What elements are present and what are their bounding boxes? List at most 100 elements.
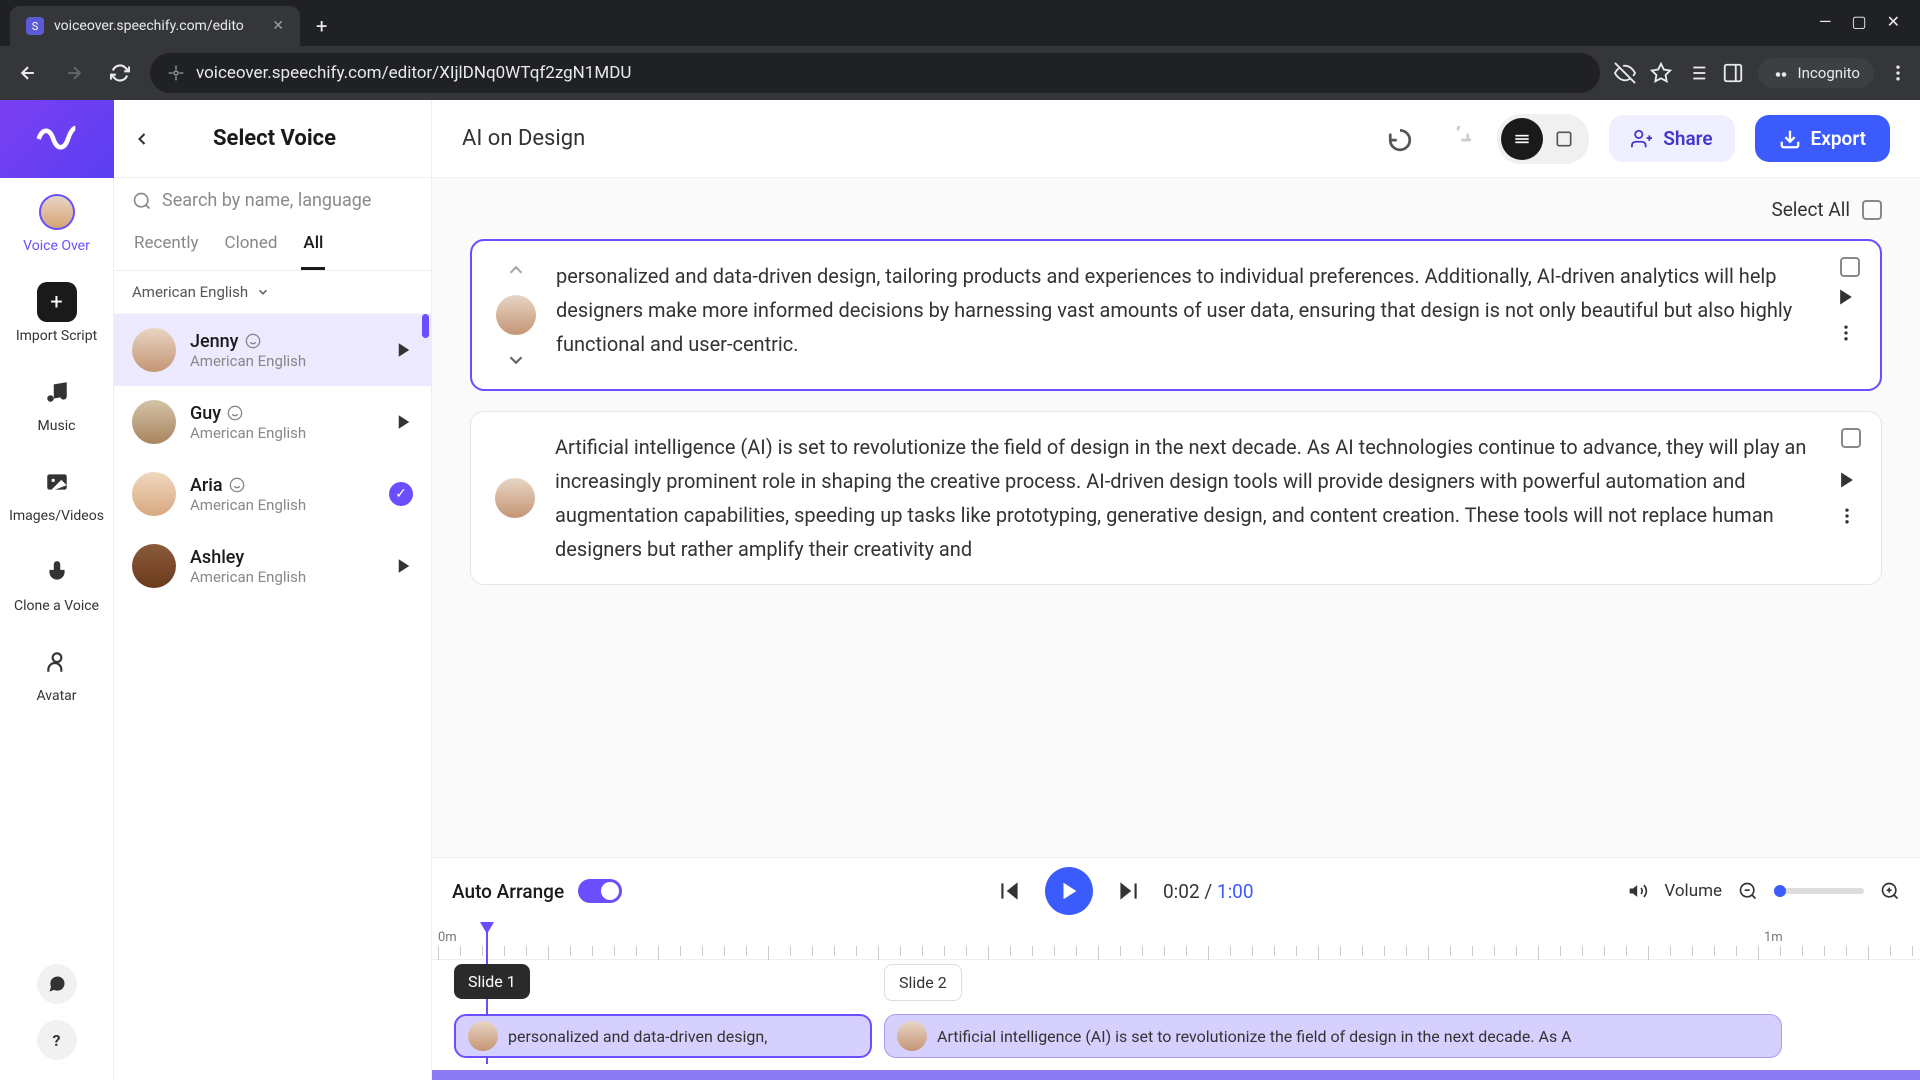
sidepanel-icon[interactable] [1722,62,1744,84]
incognito-badge[interactable]: Incognito [1758,58,1874,88]
auto-arrange-toggle[interactable]: Auto Arrange [452,879,622,903]
clip-avatar [468,1021,498,1051]
app-root: Voice Over + Import Script Music Images/… [0,100,1920,1080]
address-bar: voiceover.speechify.com/editor/XIjlDNq0W… [0,46,1920,100]
view-grid-button[interactable] [1543,118,1585,160]
select-all-checkbox[interactable] [1862,200,1882,220]
media-icon [44,469,70,495]
emotion-icon [245,333,261,349]
play-icon[interactable] [1837,470,1857,490]
eye-off-icon[interactable] [1614,62,1636,84]
player-row: Auto Arrange 0:02 / 1:00 Volume [432,858,1920,924]
more-icon[interactable] [1836,323,1856,343]
help-button[interactable]: ? [37,1020,77,1060]
app-logo[interactable] [0,100,114,178]
chat-button[interactable] [37,964,77,1004]
tab-all[interactable]: All [301,223,325,270]
voice-item-aria[interactable]: Aria American English ✓ [114,458,431,530]
scrollbar-thumb[interactable] [422,314,429,338]
voice-item-ashley[interactable]: Ashley American English [114,530,431,602]
language-filter-label: American English [132,283,248,301]
voice-preview-button[interactable] [395,413,413,431]
zoom-out-icon[interactable] [1738,881,1758,901]
window-controls: — ▢ ✕ [1799,0,1920,31]
voice-list[interactable]: Jenny American English Guy American Engl… [114,314,431,1080]
volume-icon[interactable] [1628,881,1648,901]
timeline-clip-1[interactable]: personalized and data-driven design, [454,1014,872,1058]
timeline-tracks[interactable]: Slide 1 Slide 2 personalized and data-dr… [432,960,1920,1070]
toggle-switch[interactable] [578,879,622,903]
timeline-scrollbar[interactable] [432,1070,1920,1080]
slide-tag-1[interactable]: Slide 1 [454,964,530,999]
voice-name-label: Ashley [190,547,244,568]
minimize-icon[interactable]: — [1819,12,1832,31]
export-button[interactable]: Export [1755,115,1890,162]
content-area[interactable]: Select All personalized and data-driven … [432,178,1920,857]
check-icon: ✓ [389,482,413,506]
block-checkbox[interactable] [1841,428,1861,448]
share-button[interactable]: Share [1609,115,1734,162]
chat-icon [47,974,67,994]
tab-recently[interactable]: Recently [132,223,201,270]
forward-button[interactable] [58,57,90,89]
rail-avatar[interactable]: Avatar [0,628,113,718]
rail-import-script[interactable]: + Import Script [0,268,113,358]
tab-bar: S voiceover.speechify.com/edito ✕ + — ▢ … [0,0,1920,46]
voice-preview-button[interactable] [395,341,413,359]
voice-preview-button[interactable] [395,557,413,575]
chevron-down-icon[interactable] [505,349,527,371]
back-chevron-icon[interactable] [132,129,152,149]
script-block[interactable]: Artificial intelligence (AI) is set to r… [470,411,1882,585]
zoom-in-icon[interactable] [1880,881,1900,901]
voice-item-guy[interactable]: Guy American English [114,386,431,458]
url-text: voiceover.speechify.com/editor/XIjlDNq0W… [196,63,631,83]
close-tab-icon[interactable]: ✕ [272,18,284,34]
skip-forward-icon[interactable] [1115,878,1141,904]
undo-button[interactable] [1381,120,1419,158]
rail-voice-over[interactable]: Voice Over [0,178,113,268]
playlist-icon[interactable] [1686,62,1708,84]
voice-lang-label: American English [190,424,381,442]
rail-label: Voice Over [23,238,90,254]
block-checkbox[interactable] [1840,257,1860,277]
play-icon[interactable] [1836,287,1856,307]
back-button[interactable] [12,57,44,89]
more-icon[interactable] [1837,506,1857,526]
slide-tag-2[interactable]: Slide 2 [884,964,962,1001]
menu-icon[interactable] [1888,63,1908,83]
rail-clone-voice[interactable]: Clone a Voice [0,538,113,628]
block-voice-avatar[interactable] [495,478,535,518]
redo-button[interactable] [1439,120,1477,158]
timeline-clip-2[interactable]: Artificial intelligence (AI) is set to r… [884,1014,1782,1058]
close-window-icon[interactable]: ✕ [1887,12,1900,31]
maximize-icon[interactable]: ▢ [1851,12,1866,31]
url-field[interactable]: voiceover.speechify.com/editor/XIjlDNq0W… [150,53,1600,93]
play-button[interactable] [1045,867,1093,915]
timeline-ruler[interactable]: 0m 1m [432,924,1920,960]
chevron-up-icon[interactable] [505,259,527,281]
rail-images-videos[interactable]: Images/Videos [0,448,113,538]
project-title[interactable]: AI on Design [462,126,585,151]
plus-icon: + [37,282,77,322]
skip-back-icon[interactable] [997,878,1023,904]
reload-button[interactable] [104,57,136,89]
tab-cloned[interactable]: Cloned [223,223,280,270]
rail-music[interactable]: Music [0,358,113,448]
emotion-icon [227,405,243,421]
chevron-down-icon [256,285,270,299]
voice-search[interactable]: Search by name, language [114,178,431,223]
emotion-icon [229,477,245,493]
rail-label: Avatar [36,688,76,704]
new-tab-button[interactable]: + [304,6,339,46]
block-text[interactable]: Artificial intelligence (AI) is set to r… [555,430,1817,566]
browser-tab[interactable]: S voiceover.speechify.com/edito ✕ [10,6,300,46]
block-text[interactable]: personalized and data-driven design, tai… [556,259,1816,371]
star-icon[interactable] [1650,62,1672,84]
voice-item-jenny[interactable]: Jenny American English [114,314,431,386]
main-area: AI on Design Share Export Select All [432,100,1920,1080]
script-block[interactable]: personalized and data-driven design, tai… [470,239,1882,391]
view-list-button[interactable] [1501,118,1543,160]
language-filter[interactable]: American English [114,271,431,314]
zoom-slider[interactable] [1774,888,1864,894]
block-voice-avatar[interactable] [496,295,536,335]
